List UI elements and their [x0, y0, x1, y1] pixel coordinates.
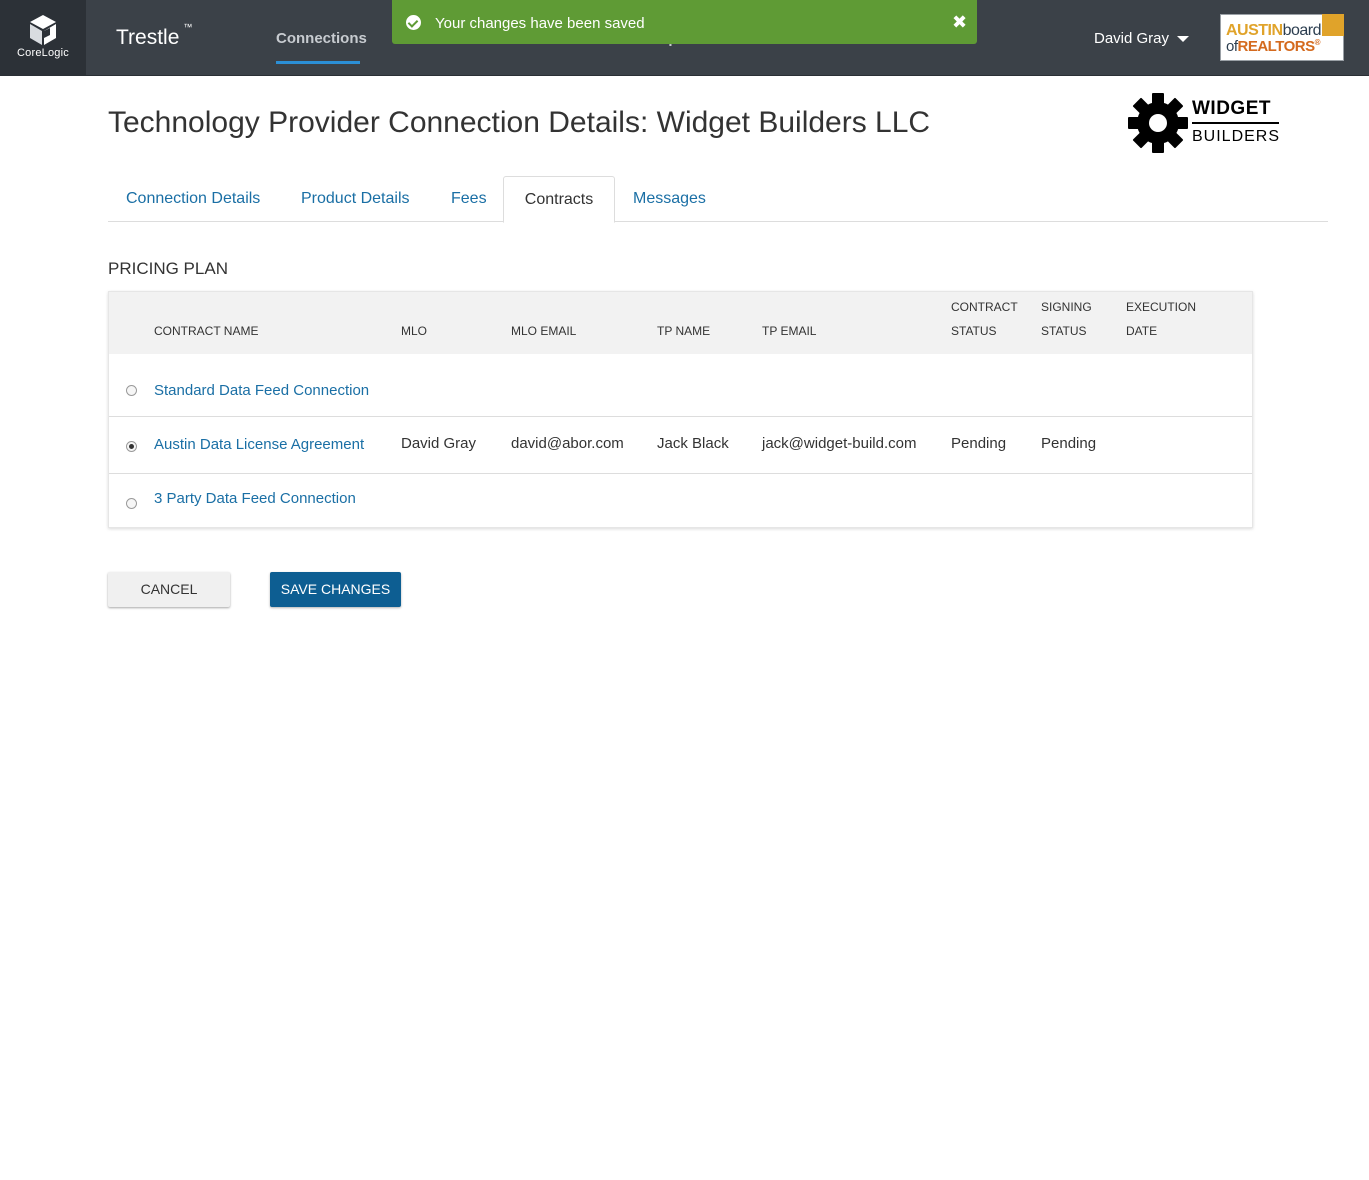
tab-contracts[interactable]: Contracts [503, 176, 615, 223]
user-name: David Gray [1094, 30, 1170, 47]
contract-radio[interactable] [126, 498, 137, 509]
page-title: Technology Provider Connection Details: … [108, 106, 931, 139]
widget-logo-divider [1192, 122, 1279, 124]
contract-name-link[interactable]: Standard Data Feed Connection [154, 382, 369, 399]
logo-line-2: ofREALTORS® [1226, 38, 1321, 55]
table-row: 3 Party Data Feed Connection [109, 474, 1252, 526]
nav-connections[interactable]: Connections [276, 30, 367, 47]
app-name[interactable]: Trestle ™ [116, 22, 192, 50]
header-execution-date-line-2: DATE [1126, 324, 1158, 338]
logo-accent [1322, 14, 1344, 36]
header-execution-date-line-1: EXECUTION [1126, 300, 1197, 314]
header-mlo-email: MLO EMAIL [511, 324, 577, 338]
header-mlo: MLO [401, 324, 428, 338]
corelogic-cube-icon [30, 15, 56, 45]
header-contract-status-line-2: STATUS [951, 324, 997, 338]
close-icon[interactable]: ✖ [952, 12, 967, 33]
tab-product-details[interactable]: Product Details [301, 176, 410, 220]
contract-name-link[interactable]: 3 Party Data Feed Connection [154, 490, 356, 507]
contracts-table: CONTRACT NAME MLO MLO EMAIL TP NAME TP E… [108, 291, 1253, 528]
cell-tp-email: jack@widget-build.com [762, 435, 917, 452]
logo-board: board [1282, 22, 1322, 39]
header-contract-status-line-1: CONTRACT [951, 300, 1018, 314]
nav-active-indicator [276, 61, 360, 64]
brand-name: CoreLogic [17, 47, 69, 59]
save-changes-button[interactable]: SAVE CHANGES [270, 572, 401, 607]
success-toast: Your changes have been saved ✖ [392, 0, 977, 44]
cell-mlo: David Gray [401, 435, 477, 452]
cell-contract-status: Pending [951, 435, 1007, 452]
cell-tp-name: Jack Black [657, 435, 729, 452]
widget-logo-line-1: WIDGET [1192, 98, 1271, 119]
contract-radio-selected[interactable] [126, 441, 137, 452]
header-signing-status-line-1: SIGNING [1041, 300, 1092, 314]
header-execution-date: EXECUTION DATE [1126, 295, 1196, 343]
table-row: Austin Data License Agreement David Gray… [109, 417, 1252, 474]
logo-of: of [1226, 38, 1238, 55]
section-heading: PRICING PLAN [108, 259, 228, 278]
user-menu[interactable]: David Gray [1094, 30, 1190, 47]
cancel-button[interactable]: CANCEL [108, 572, 230, 607]
corelogic-logo[interactable]: CoreLogic [0, 0, 86, 75]
header-contract-status: CONTRACT STATUS [951, 295, 1018, 343]
tab-bar: Connection Details Product Details Fees … [108, 176, 1328, 223]
caret-down-icon [1177, 36, 1190, 43]
check-circle-icon [406, 15, 421, 30]
gear-icon [1128, 93, 1188, 153]
widget-logo-line-2: BUILDERS [1192, 128, 1281, 145]
header-signing-status: SIGNING STATUS [1041, 295, 1092, 343]
contract-name-link[interactable]: Austin Data License Agreement [154, 436, 364, 453]
logo-austin: AUSTIN [1226, 22, 1283, 39]
table-row: Standard Data Feed Connection [109, 354, 1252, 417]
table-header: CONTRACT NAME MLO MLO EMAIL TP NAME TP E… [109, 292, 1252, 354]
header-tp-name: TP NAME [657, 324, 711, 338]
trademark: ™ [183, 22, 193, 32]
tab-fees[interactable]: Fees [451, 176, 487, 220]
widget-builders-logo: WIDGET BUILDERS [1128, 92, 1280, 154]
contract-radio[interactable] [126, 385, 137, 396]
cell-signing-status: Pending [1041, 435, 1097, 452]
header-tp-email: TP EMAIL [762, 324, 817, 338]
header-contract-name: CONTRACT NAME [154, 324, 259, 338]
header-signing-status-line-2: STATUS [1041, 324, 1087, 338]
logo-registered: ® [1314, 38, 1321, 47]
austin-board-of-realtors-logo: AUSTINboard ofREALTORS® [1220, 14, 1344, 61]
tab-messages[interactable]: Messages [633, 176, 706, 220]
toast-message: Your changes have been saved [435, 15, 645, 32]
tab-connection-details[interactable]: Connection Details [126, 176, 260, 220]
cell-mlo-email: david@abor.com [511, 435, 624, 452]
app-name-label: Trestle [116, 26, 180, 49]
logo-realtors: REALTORS [1237, 38, 1316, 55]
